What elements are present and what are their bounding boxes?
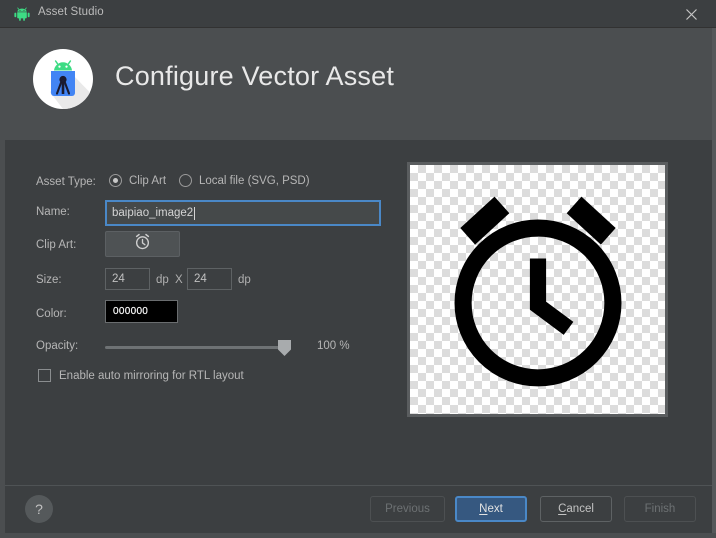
opacity-label: Opacity: [36, 340, 79, 352]
close-icon[interactable] [683, 6, 700, 23]
help-button[interactable]: ? [25, 495, 53, 523]
radio-local-file-label: Local file (SVG, PSD) [199, 174, 310, 187]
dialog-body: Asset Type: Clip Art Local file (SVG, PS… [5, 140, 712, 485]
window-title: Asset Studio [38, 6, 104, 18]
asset-type-row: Asset Type: Clip Art Local file (SVG, PS… [32, 173, 392, 195]
previous-button[interactable]: Previous [370, 496, 445, 522]
name-row: Name: baipiao_image2 [32, 200, 392, 226]
radio-clip-art-label: Clip Art [129, 174, 167, 187]
opacity-slider[interactable] [105, 339, 292, 357]
text-caret [194, 206, 196, 220]
cancel-button-label: Cancel [558, 503, 594, 515]
size-height-input[interactable]: 24 [187, 268, 232, 290]
size-height-unit: dp [238, 274, 251, 286]
title-bar: Asset Studio [0, 0, 716, 28]
clip-art-label: Clip Art: [36, 239, 77, 251]
mirroring-checkbox[interactable]: Enable auto mirroring for RTL layout [38, 369, 244, 382]
next-button[interactable]: Next [455, 496, 527, 522]
name-input-value: baipiao_image2 [112, 207, 194, 219]
size-separator: X [175, 274, 183, 286]
help-icon: ? [35, 501, 43, 517]
size-width-input[interactable]: 24 [105, 268, 150, 290]
radio-local-file[interactable]: Local file (SVG, PSD) [179, 174, 310, 187]
mirroring-row: Enable auto mirroring for RTL layout [32, 367, 392, 389]
opacity-row: Opacity: 100 % [32, 337, 392, 359]
size-row: Size: 24 dp X 24 dp [32, 268, 392, 293]
name-input[interactable]: baipiao_image2 [105, 200, 381, 226]
color-hex-value: 000000 [113, 306, 149, 317]
android-robot-icon [14, 7, 30, 21]
opacity-value: 100 % [317, 340, 350, 352]
asset-studio-dialog: Asset Studio Configure Vector Asset Asse… [0, 0, 716, 538]
size-width-value: 24 [112, 273, 125, 285]
name-label: Name: [36, 206, 70, 218]
asset-type-label: Asset Type: [36, 176, 96, 188]
color-label: Color: [36, 308, 67, 320]
finish-button[interactable]: Finish [624, 496, 696, 522]
asset-preview [407, 162, 668, 417]
mirroring-checkbox-label: Enable auto mirroring for RTL layout [59, 369, 244, 382]
radio-clip-art[interactable]: Clip Art [109, 174, 166, 187]
dialog-footer: ? Previous Next Cancel Finish [5, 485, 712, 533]
radio-local-file-indicator [179, 174, 192, 187]
clip-art-row: Clip Art: [32, 231, 392, 258]
clip-art-picker-button[interactable] [105, 231, 180, 257]
radio-clip-art-indicator [109, 174, 122, 187]
opacity-slider-track [105, 346, 290, 349]
window-border-bottom [0, 533, 716, 538]
next-button-label: Next [479, 503, 503, 515]
page-title: Configure Vector Asset [115, 61, 395, 91]
dialog-header: Configure Vector Asset [5, 28, 712, 140]
window-border-right [712, 28, 716, 538]
cancel-button[interactable]: Cancel [540, 496, 612, 522]
alarm-clock-icon [133, 232, 152, 256]
opacity-slider-thumb[interactable] [277, 339, 292, 357]
size-height-value: 24 [194, 273, 207, 285]
color-swatch-button[interactable]: 000000 [105, 300, 178, 323]
finish-button-label: Finish [644, 503, 676, 515]
android-studio-icon [32, 48, 94, 110]
size-label: Size: [36, 274, 62, 286]
previous-button-label: Previous [385, 503, 430, 515]
mirroring-checkbox-box [38, 369, 51, 382]
color-row: Color: 000000 [32, 300, 392, 327]
size-width-unit: dp [156, 274, 169, 286]
